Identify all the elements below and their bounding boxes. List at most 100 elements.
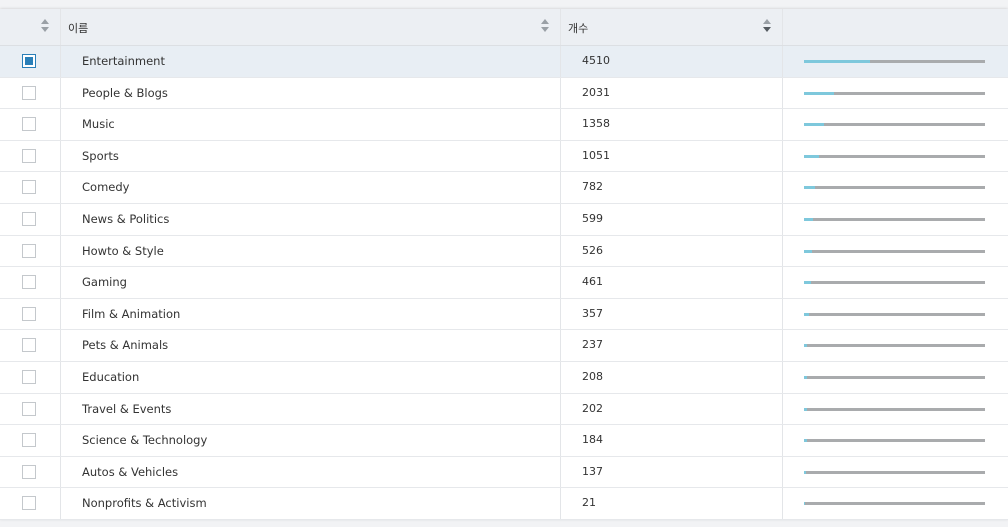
row-count-cell: 4510 [561,46,783,77]
category-count: 1358 [582,117,610,131]
table-row[interactable]: News & Politics 599 [0,204,1008,236]
row-checkbox[interactable] [22,148,36,163]
row-name-cell: News & Politics [61,204,561,235]
row-count-cell: 208 [561,362,783,393]
category-count: 1051 [582,148,610,162]
row-select-cell [0,267,61,298]
row-checkbox[interactable] [22,370,36,384]
row-name-cell: Autos & Vehicles [61,456,561,488]
row-bar-cell [783,236,1008,267]
category-name: Science & Technology [82,433,208,448]
row-bar-cell [783,457,1008,488]
row-select-cell [0,362,61,393]
category-name: Gaming [82,275,127,290]
count-bar-track [804,470,985,474]
category-count: 357 [582,306,603,320]
category-count: 526 [582,243,603,257]
category-name: Pets & Animals [82,338,169,353]
table-row[interactable]: Film & Animation 357 [0,298,1008,331]
row-bar-cell [783,362,1008,393]
category-count: 21 [582,496,596,510]
row-name-cell: Film & Animation [61,298,561,330]
count-bar-fill [804,186,816,190]
table-row[interactable]: Pets & Animals 237 [0,330,1008,362]
count-bar-fill [804,439,807,443]
row-name-cell: Education [61,362,561,393]
row-checkbox[interactable] [22,54,36,68]
row-checkbox[interactable] [22,85,36,100]
table-row[interactable]: Sports 1051 [0,140,1008,173]
count-bar-track [804,218,985,221]
row-name-cell: Sports [61,140,561,172]
category-name: Travel & Events [82,401,172,416]
table-row[interactable]: People & Blogs 2031 [0,77,1008,110]
header-count-column[interactable]: 개수 [561,9,783,45]
category-count: 599 [582,212,603,225]
header-name-label: 이름 [68,22,89,35]
header-name-column[interactable]: 이름 [61,9,561,45]
sort-desc-icon[interactable] [763,18,772,34]
row-checkbox[interactable] [22,212,36,226]
count-bar-track [804,60,985,63]
row-checkbox[interactable] [22,117,36,132]
row-select-cell [0,140,61,172]
table-row[interactable]: Autos & Vehicles 137 [0,456,1008,489]
row-count-cell: 357 [561,298,783,330]
row-checkbox[interactable] [22,496,36,511]
sort-icon[interactable] [541,18,550,34]
row-checkbox[interactable] [22,243,36,258]
count-bar-fill [804,249,812,253]
table-row[interactable]: Science & Technology 184 [0,425,1008,457]
table-row[interactable]: Comedy 782 [0,172,1008,204]
table-row[interactable]: Gaming 461 [0,267,1008,299]
row-name-cell: Travel & Events [61,393,561,425]
row-count-cell: 1358 [561,109,783,140]
table-row[interactable]: Education 208 [0,362,1008,394]
count-bar-track [804,376,985,379]
row-select-cell [0,46,61,77]
row-name-cell: Entertainment [61,46,561,77]
row-count-cell: 599 [561,204,783,235]
row-count-cell: 461 [561,267,783,298]
table-header: 이름 개수 [0,9,1008,46]
row-bar-cell [783,425,1008,456]
category-name: Sports [82,148,119,163]
table-row[interactable]: Travel & Events 202 [0,393,1008,426]
category-name: Howto & Style [82,243,164,258]
count-bar-fill [804,312,810,316]
category-count: 237 [582,338,603,352]
table-row[interactable]: Music 1358 [0,109,1008,141]
row-checkbox[interactable] [22,275,36,290]
table-row[interactable]: Nonprofits & Activism 21 [0,488,1008,520]
sort-icon[interactable] [41,18,50,34]
count-bar-fill [804,91,834,95]
row-count-cell: 21 [561,488,783,519]
table-row[interactable]: Howto & Style 526 [0,235,1008,268]
header-select-column[interactable] [0,9,61,45]
category-count: 137 [582,464,603,478]
category-name: Comedy [82,180,130,195]
row-bar-cell [783,299,1008,330]
row-count-cell: 1051 [561,140,783,172]
row-count-cell: 782 [561,172,783,203]
count-bar-track [804,186,985,190]
row-select-cell [0,77,61,109]
count-bar-fill [804,281,811,285]
row-name-cell: Howto & Style [61,235,561,267]
row-checkbox[interactable] [22,306,36,321]
row-checkbox[interactable] [22,433,36,448]
row-checkbox[interactable] [22,180,36,195]
row-bar-cell [783,204,1008,235]
row-checkbox[interactable] [22,338,36,353]
count-bar-track [804,249,985,253]
row-checkbox[interactable] [22,464,36,479]
count-bar-track [804,281,985,285]
row-bar-cell [783,109,1008,140]
table-row[interactable]: Entertainment 4510 [0,46,1008,78]
count-bar-track [804,154,985,158]
count-bar-track [804,439,985,443]
category-name: Music [82,117,115,132]
category-count: 4510 [582,54,610,67]
row-checkbox[interactable] [22,401,36,416]
count-bar-track [804,407,985,411]
